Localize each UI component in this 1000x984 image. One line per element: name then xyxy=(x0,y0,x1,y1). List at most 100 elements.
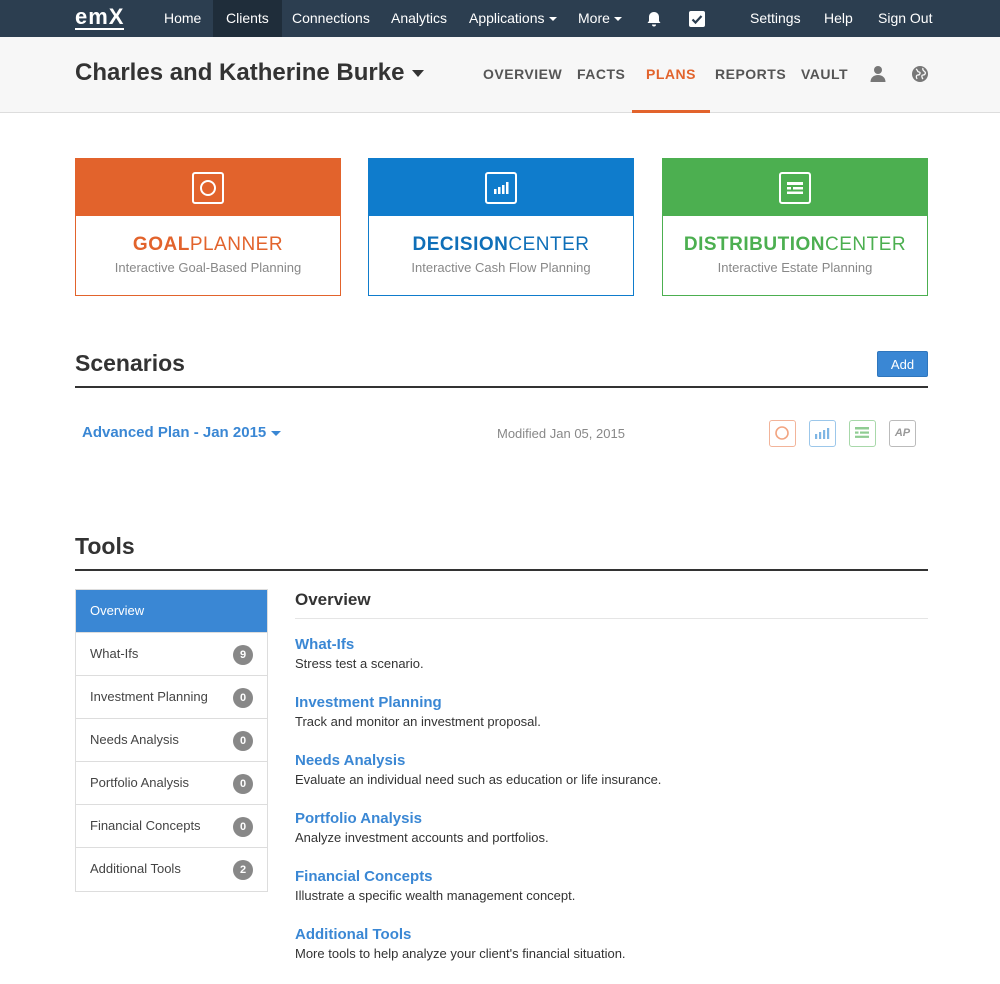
tools-item-needs-analysis[interactable]: Needs Analysis 0 xyxy=(76,719,267,762)
tools-item-label: Overview xyxy=(90,603,145,618)
nav-applications[interactable]: Applications xyxy=(456,0,570,37)
nav-home[interactable]: Home xyxy=(151,0,214,37)
distributioncenter-title-light: CENTER xyxy=(824,234,907,255)
nav-help[interactable]: Help xyxy=(811,0,866,37)
nav-clients[interactable]: Clients xyxy=(213,0,282,37)
distributioncenter-card[interactable]: DISTRIBUTIONCENTER Interactive Estate Pl… xyxy=(662,158,928,296)
client-header: Charles and Katherine Burke OVERVIEW FAC… xyxy=(0,37,1000,113)
emx-logo[interactable]: emX xyxy=(75,6,125,30)
tools-sidebar: Overview What-Ifs 9 Investment Planning 0 … xyxy=(75,589,268,892)
overview-divider xyxy=(295,618,928,619)
tools-divider xyxy=(75,569,928,571)
portfolio-analysis-description: Analyze investment accounts and portfoli… xyxy=(295,830,549,845)
tab-overview[interactable]: OVERVIEW xyxy=(469,37,576,113)
scenario-name: Advanced Plan - Jan 2015 xyxy=(82,424,267,441)
tab-vault[interactable]: VAULT xyxy=(787,37,862,113)
count-badge: 2 xyxy=(233,860,253,880)
scenario-distributioncenter-button[interactable] xyxy=(849,420,876,447)
chevron-down-icon xyxy=(613,17,622,22)
scenario-modified-date: Modified Jan 05, 2015 xyxy=(497,426,625,441)
investment-planning-description: Track and monitor an investment proposal… xyxy=(295,714,541,729)
tab-facts[interactable]: FACTS xyxy=(563,37,639,113)
portfolio-analysis-link[interactable]: Portfolio Analysis xyxy=(295,810,549,827)
distributioncenter-card-header xyxy=(663,159,927,216)
scenarios-heading: Scenarios xyxy=(75,350,185,376)
client-name-dropdown[interactable]: Charles and Katherine Burke xyxy=(75,59,425,87)
financial-concepts-description: Illustrate a specific wealth management … xyxy=(295,888,576,903)
decisioncenter-title: DECISIONCENTER xyxy=(369,234,633,256)
list-icon xyxy=(855,427,869,438)
tools-item-label: Needs Analysis xyxy=(90,732,179,747)
nav-settings[interactable]: Settings xyxy=(737,0,814,37)
distributioncenter-title: DISTRIBUTIONCENTER xyxy=(663,234,927,256)
financial-concepts-link[interactable]: Financial Concepts xyxy=(295,868,575,885)
tools-item-label: Financial Concepts xyxy=(90,818,201,833)
circle-icon xyxy=(775,426,789,440)
overview-entry: Portfolio Analysis Analyze investment ac… xyxy=(295,810,549,845)
nav-applications-label: Applications xyxy=(469,10,545,26)
count-badge: 0 xyxy=(233,688,253,708)
scenario-dropdown[interactable]: Advanced Plan - Jan 2015 xyxy=(82,424,282,441)
tools-item-what-ifs[interactable]: What-Ifs 9 xyxy=(76,633,267,676)
tools-item-additional-tools[interactable]: Additional Tools 2 xyxy=(76,848,267,891)
scenario-decisioncenter-button[interactable] xyxy=(809,420,836,447)
count-badge: 0 xyxy=(233,817,253,837)
decisioncenter-title-light: CENTER xyxy=(508,234,590,255)
nav-analytics[interactable]: Analytics xyxy=(378,0,460,37)
tab-reports[interactable]: REPORTS xyxy=(701,37,800,113)
tools-item-financial-concepts[interactable]: Financial Concepts 0 xyxy=(76,805,267,848)
bell-icon xyxy=(647,12,661,27)
decisioncenter-title-bold: DECISION xyxy=(412,234,509,255)
nav-connections[interactable]: Connections xyxy=(279,0,383,37)
needs-analysis-link[interactable]: Needs Analysis xyxy=(295,752,661,769)
tab-plans[interactable]: PLANS xyxy=(632,37,710,113)
nav-sign-out[interactable]: Sign Out xyxy=(865,0,945,37)
tools-item-label: Portfolio Analysis xyxy=(90,775,189,790)
bar-chart-icon xyxy=(485,172,517,204)
decisioncenter-card-header xyxy=(369,159,633,216)
overview-heading: Overview xyxy=(295,590,371,609)
circle-icon xyxy=(192,172,224,204)
tools-item-label: What-Ifs xyxy=(90,646,139,661)
overview-entry: Additional Tools More tools to help anal… xyxy=(295,926,626,961)
client-name: Charles and Katherine Burke xyxy=(75,59,405,86)
investment-planning-link[interactable]: Investment Planning xyxy=(295,694,541,711)
distributioncenter-title-bold: DISTRIBUTION xyxy=(683,234,825,255)
goalplanner-title-bold: GOAL xyxy=(132,234,190,255)
nav-more-label: More xyxy=(578,10,610,26)
tools-item-overview[interactable]: Overview xyxy=(76,590,267,633)
chevron-down-icon xyxy=(548,17,557,22)
globe-icon[interactable] xyxy=(911,65,929,83)
tools-heading: Tools xyxy=(75,533,135,559)
chevron-down-icon xyxy=(412,70,425,78)
scenario-ap-button[interactable]: AP xyxy=(889,420,916,447)
list-icon xyxy=(779,172,811,204)
additional-tools-description: More tools to help analyze your client's… xyxy=(295,946,626,961)
scenario-goalplanner-button[interactable] xyxy=(769,420,796,447)
tasks-button[interactable] xyxy=(677,0,717,37)
goalplanner-card-header xyxy=(76,159,340,216)
scenarios-divider xyxy=(75,386,928,388)
tools-item-portfolio-analysis[interactable]: Portfolio Analysis 0 xyxy=(76,762,267,805)
overview-entry: Financial Concepts Illustrate a specific… xyxy=(295,868,575,903)
additional-tools-link[interactable]: Additional Tools xyxy=(295,926,626,943)
goalplanner-subtitle: Interactive Goal-Based Planning xyxy=(114,260,302,275)
nav-more[interactable]: More xyxy=(565,0,635,37)
add-scenario-button[interactable]: Add xyxy=(877,351,928,377)
checkbox-icon xyxy=(689,11,705,28)
goalplanner-card[interactable]: GOALPLANNER Interactive Goal-Based Plann… xyxy=(75,158,341,296)
top-navbar: emX Home Clients Connections Analytics A… xyxy=(0,0,1000,37)
count-badge: 0 xyxy=(233,774,253,794)
user-icon[interactable] xyxy=(869,65,887,83)
overview-entry: Needs Analysis Evaluate an individual ne… xyxy=(295,752,661,787)
tools-item-investment-planning[interactable]: Investment Planning 0 xyxy=(76,676,267,719)
notifications-button[interactable] xyxy=(633,0,675,37)
overview-entry: Investment Planning Track and monitor an… xyxy=(295,694,541,729)
what-ifs-link[interactable]: What-Ifs xyxy=(295,636,424,653)
count-badge: 0 xyxy=(233,731,253,751)
needs-analysis-description: Evaluate an individual need such as educ… xyxy=(295,772,662,787)
goalplanner-title-light: PLANNER xyxy=(189,234,284,255)
goalplanner-title: GOALPLANNER xyxy=(76,234,340,256)
overview-entry: What-Ifs Stress test a scenario. xyxy=(295,636,424,671)
decisioncenter-card[interactable]: DECISIONCENTER Interactive Cash Flow Pla… xyxy=(368,158,634,296)
